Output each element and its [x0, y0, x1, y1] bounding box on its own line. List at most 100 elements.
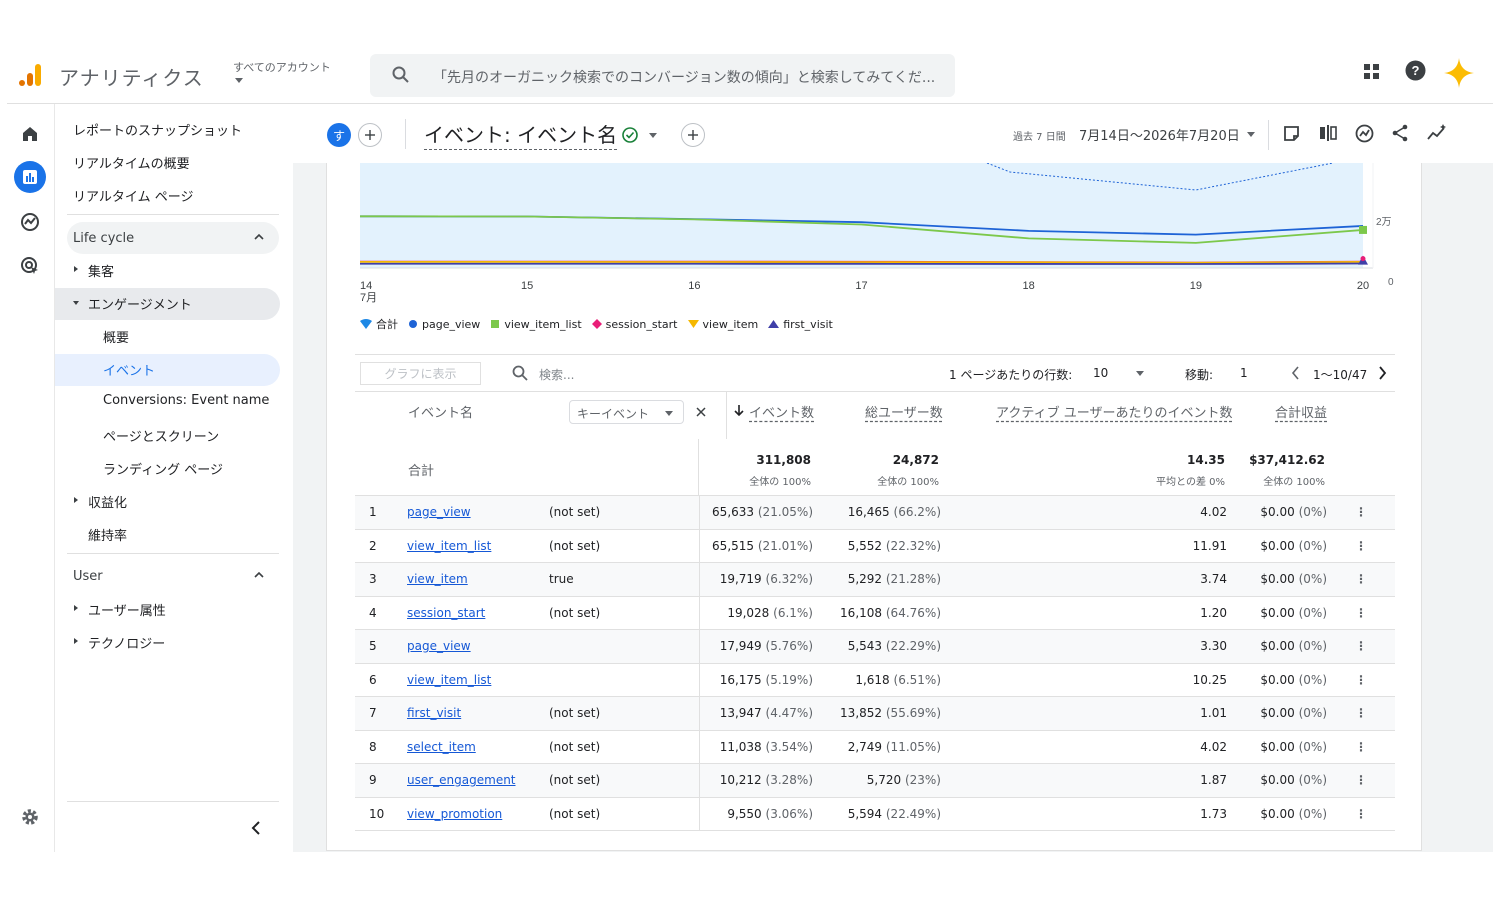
nav-acquisition[interactable]: 集客 — [88, 261, 114, 280]
gemini-sparkle-icon[interactable] — [1443, 57, 1475, 89]
row-menu-icon[interactable]: ⋮ — [1327, 563, 1395, 597]
collapse-nav-icon[interactable] — [251, 821, 261, 835]
legend-item-first-visit[interactable]: first_visit — [768, 316, 833, 332]
nav-section-user[interactable]: User — [67, 560, 279, 592]
home-icon[interactable] — [14, 118, 46, 150]
table-row[interactable]: 2 view_item_list (not set) 65,515 (21.01%) 5… — [355, 529, 1395, 563]
event-name-link[interactable]: view_item_list — [407, 673, 491, 687]
nav-events[interactable]: イベント — [103, 360, 155, 379]
remove-dimension-icon[interactable] — [696, 407, 706, 417]
row-menu-icon[interactable]: ⋮ — [1327, 596, 1395, 630]
event-name-link[interactable]: first_visit — [407, 706, 461, 720]
revenue-cell: $0.00 (0%) — [1227, 563, 1327, 597]
rows-per-page-select[interactable]: 10 — [1093, 366, 1108, 380]
col-header-events[interactable]: イベント数 — [749, 402, 814, 421]
avatar[interactable]: す — [327, 123, 351, 147]
help-icon[interactable]: ? — [1405, 60, 1426, 81]
event-name-link[interactable]: view_item — [407, 572, 468, 586]
account-selector-label[interactable]: すべてのアカウント — [233, 59, 331, 75]
compare-icon[interactable] — [1319, 124, 1337, 142]
date-range-selector[interactable]: 7月14日～2026年7月20日 — [1079, 125, 1240, 144]
explore-icon[interactable] — [14, 206, 46, 238]
row-menu-icon[interactable]: ⋮ — [1327, 529, 1395, 563]
event-name-link[interactable]: select_item — [407, 740, 476, 754]
table-row[interactable]: 4 session_start (not set) 19,028 (6.1%) 16,1… — [355, 596, 1395, 630]
col-header-events-per-user[interactable]: アクティブ ユーザーあたりのイベント数 — [996, 402, 1232, 421]
report-title[interactable]: イベント: イベント名 — [424, 119, 618, 150]
users-percent: (6.51%) — [893, 672, 941, 687]
nav-technology[interactable]: テクノロジー — [88, 633, 165, 652]
nav-realtime-overview[interactable]: リアルタイムの概要 — [73, 153, 190, 172]
key-event-dimension-select[interactable]: キーイベント — [569, 400, 684, 424]
advertising-icon[interactable] — [14, 250, 46, 282]
search-input[interactable]: 「先月のオーガニック検索でのコンバージョン数の傾向」と検索してみてくだ... — [433, 67, 948, 87]
nav-section-lifecycle[interactable]: Life cycle — [67, 222, 279, 254]
table-row[interactable]: 5 page_view 17,949 (5.76%) 5,543 (22.29%) 3.… — [355, 629, 1395, 664]
insights-sparkline-icon[interactable] — [1427, 124, 1447, 142]
event-name-link[interactable]: view_promotion — [407, 807, 502, 821]
event-name-link[interactable]: page_view — [407, 639, 471, 653]
goto-page-input[interactable]: 1 — [1240, 366, 1248, 380]
col-header-users[interactable]: 総ユーザー数 — [865, 402, 943, 421]
row-menu-icon[interactable]: ⋮ — [1327, 764, 1395, 798]
row-index: 5 — [369, 639, 377, 654]
table-row[interactable]: 9 user_engagement (not set) 10,212 (3.28%) 5… — [355, 763, 1395, 798]
event-name-link[interactable]: view_item_list — [407, 539, 491, 553]
row-menu-icon[interactable]: ⋮ — [1327, 797, 1395, 831]
legend-item-page-view[interactable]: page_view — [408, 316, 480, 332]
analytics-logo[interactable] — [17, 62, 43, 88]
row-menu-icon[interactable]: ⋮ — [1327, 630, 1395, 664]
table-row[interactable]: 1 page_view (not set) 65,633 (21.05%) 16,465… — [355, 495, 1395, 530]
event-name-link[interactable]: page_view — [407, 505, 471, 519]
search-bar[interactable]: 「先月のオーガニック検索でのコンバージョン数の傾向」と検索してみてくだ... — [370, 54, 955, 97]
table-search-input[interactable]: 検索... — [539, 366, 574, 383]
col-header-revenue[interactable]: 合計収益 — [1275, 402, 1327, 421]
share-icon[interactable] — [1391, 124, 1409, 142]
sort-descending-icon[interactable] — [734, 404, 744, 416]
table-row[interactable]: 10 view_promotion (not set) 9,550 (3.06%) 5,… — [355, 797, 1395, 831]
nav-monetization[interactable]: 収益化 — [88, 492, 127, 511]
add-comparison-button[interactable] — [358, 123, 382, 147]
legend-item-view-item[interactable]: view_item — [687, 316, 758, 332]
row-menu-icon[interactable]: ⋮ — [1327, 730, 1395, 764]
next-page-icon[interactable] — [1378, 366, 1387, 380]
table-row[interactable]: 6 view_item_list 16,175 (5.19%) 1,618 (6.51… — [355, 663, 1395, 697]
nav-pages-screens[interactable]: ページとスクリーン — [103, 426, 219, 445]
rows-caret-icon[interactable] — [1136, 371, 1144, 376]
rows-per-page-label: 1 ページあたりの行数: — [949, 368, 1073, 382]
date-caret-icon[interactable] — [1247, 132, 1255, 137]
prev-page-icon[interactable] — [1291, 366, 1300, 380]
dropdown-caret-icon[interactable] — [649, 133, 657, 138]
col-header-event-name[interactable]: イベント名 — [408, 402, 473, 421]
legend-item-合計[interactable]: 合計 — [360, 316, 398, 332]
explore-chart-icon[interactable] — [1355, 124, 1374, 143]
nav-engagement[interactable]: エンゲージメント — [88, 294, 192, 313]
row-menu-icon[interactable]: ⋮ — [1327, 496, 1395, 530]
nav-realtime-pages[interactable]: リアルタイム ページ — [73, 186, 193, 205]
event-name-link[interactable]: user_engagement — [407, 773, 516, 787]
table-row[interactable]: 3 view_item true 19,719 (6.32%) 5,292 (21.28… — [355, 562, 1395, 597]
date-preset-label[interactable]: 過去 7 日間 — [1013, 128, 1066, 143]
apps-grid-icon[interactable] — [1363, 62, 1381, 80]
row-menu-icon[interactable]: ⋮ — [1327, 697, 1395, 731]
legend-label: session_start — [605, 317, 678, 331]
settings-icon[interactable] — [14, 801, 46, 833]
plot-rows-button[interactable]: グラフに表示 — [360, 362, 481, 385]
nav-user-attributes[interactable]: ユーザー属性 — [88, 600, 166, 619]
nav-conversions-event-name[interactable]: Conversions: Event name — [103, 393, 269, 408]
nav-retention[interactable]: 維持率 — [88, 525, 127, 544]
row-menu-icon[interactable]: ⋮ — [1327, 663, 1395, 697]
legend-item-view-item-list[interactable]: view_item_list — [490, 316, 582, 332]
insights-note-icon[interactable] — [1283, 125, 1300, 142]
legend-item-session-start[interactable]: session_start — [591, 316, 678, 332]
reports-icon[interactable] — [14, 161, 46, 193]
table-row[interactable]: 7 first_visit (not set) 13,947 (4.47%) 13,85… — [355, 696, 1395, 731]
account-caret-icon[interactable] — [235, 78, 243, 83]
add-filter-button[interactable] — [681, 123, 705, 147]
events-value: 9,550 — [727, 806, 762, 821]
nav-landing-page[interactable]: ランディング ページ — [103, 459, 223, 478]
nav-reports-snapshot[interactable]: レポートのスナップショット — [73, 120, 242, 139]
table-row[interactable]: 8 select_item (not set) 11,038 (3.54%) 2,749… — [355, 730, 1395, 764]
event-name-link[interactable]: session_start — [407, 606, 485, 620]
nav-engagement-overview[interactable]: 概要 — [103, 327, 129, 346]
